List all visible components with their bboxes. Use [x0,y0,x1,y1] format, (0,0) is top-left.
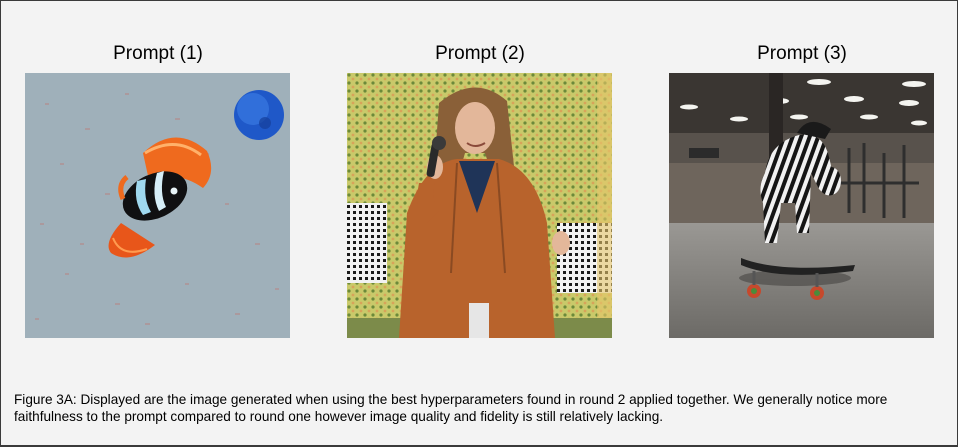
figure-caption: Figure 3A: Displayed are the image gener… [14,391,888,424]
figure-frame: Prompt (1) Prompt (2) Prompt (3) Figure … [0,0,958,447]
zebra-image [669,73,934,338]
clownfish-image [25,73,290,338]
panel-prompt-3: Prompt (3) [669,41,935,338]
panel-title: Prompt (1) [113,43,203,64]
panel-prompt-1: Prompt (1) [25,41,291,338]
panel-title: Prompt (2) [435,43,525,64]
panel-title: Prompt (3) [757,43,847,64]
singer-image [347,73,612,338]
panel-prompt-2: Prompt (2) [347,41,613,338]
